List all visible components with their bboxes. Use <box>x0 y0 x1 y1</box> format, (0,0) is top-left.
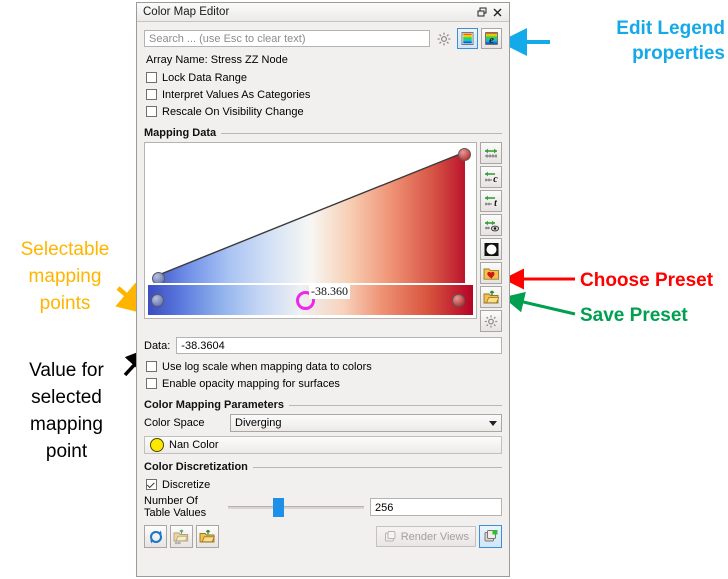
mapping-point-right[interactable] <box>452 294 465 307</box>
panel-titlebar: Color Map Editor <box>137 3 509 22</box>
array-name-label: Array Name: Stress ZZ Node <box>146 54 288 66</box>
advanced-gear-icon[interactable] <box>480 310 502 332</box>
save-as-default-icon[interactable] <box>170 525 193 548</box>
search-input[interactable]: Search ... (use Esc to clear text) <box>144 30 430 47</box>
number-of-table-values-slider[interactable] <box>228 497 364 517</box>
checkbox-label: Use log scale when mapping data to color… <box>162 360 372 373</box>
data-value-row: Data: -38.3604 <box>144 337 502 354</box>
render-views-button[interactable]: Render Views <box>375 526 476 547</box>
section-mapping-data: Mapping Data <box>144 127 502 139</box>
nan-color-row[interactable]: Nan Color <box>144 436 502 454</box>
section-color-mapping-parameters: Color Mapping Parameters <box>144 399 502 411</box>
mapping-point-right-opacity[interactable] <box>458 148 471 161</box>
transfer-function-editor[interactable]: -38.360 <box>144 142 477 319</box>
annotation-save-preset: Save Preset <box>580 305 688 326</box>
bottom-button-row: Render Views <box>144 525 502 548</box>
mapping-editor: -38.360 c t <box>144 142 502 332</box>
color-map-editor-panel: Color Map Editor Search ... (use Esc to … <box>136 2 510 577</box>
restore-icon[interactable] <box>475 5 490 19</box>
render-views-icon <box>384 530 396 541</box>
nan-color-swatch[interactable] <box>150 438 164 452</box>
section-color-discretization: Color Discretization <box>144 461 502 473</box>
checkbox-box[interactable] <box>146 479 157 490</box>
color-ramp[interactable]: -38.360 <box>148 284 473 315</box>
render-views-label: Render Views <box>400 530 469 543</box>
rescale-to-data-range-icon[interactable] <box>480 142 502 164</box>
apply-render-icon[interactable] <box>479 525 502 548</box>
svg-text:c: c <box>493 174 498 185</box>
color-space-select[interactable]: Diverging <box>230 414 502 432</box>
data-value-input[interactable]: -38.3604 <box>176 337 502 354</box>
checkbox-label: Discretize <box>162 478 211 491</box>
checkbox-interpret-values-as-categories[interactable]: Interpret Values As Categories <box>146 86 502 103</box>
mapping-point-left[interactable] <box>151 294 164 307</box>
checkbox-use-log-scale[interactable]: Use log scale when mapping data to color… <box>146 358 502 375</box>
restore-default-icon[interactable] <box>196 525 219 548</box>
checkbox-discretize[interactable]: Discretize <box>146 476 502 493</box>
rescale-to-custom-range-icon[interactable]: c <box>480 166 502 188</box>
checkbox-label: Interpret Values As Categories <box>162 88 311 101</box>
section-rule <box>288 404 502 406</box>
section-label: Color Mapping Parameters <box>144 399 284 411</box>
checkbox-box[interactable] <box>146 106 157 117</box>
checkbox-box[interactable] <box>146 89 157 100</box>
annotation-edit-legend: Edit Legend properties <box>616 18 725 64</box>
choose-preset-icon[interactable] <box>480 262 502 284</box>
svg-text:t: t <box>494 198 498 209</box>
section-label: Color Discretization <box>144 461 248 473</box>
number-of-table-values-input[interactable]: 256 <box>370 498 502 516</box>
section-rule <box>221 132 502 134</box>
mapping-toolbar: c t <box>480 142 502 332</box>
number-of-table-values-row: Number Of Table Values 256 <box>144 495 502 519</box>
checkbox-box[interactable] <box>146 361 157 372</box>
opacity-transfer-plot[interactable] <box>148 146 473 283</box>
checkbox-label: Lock Data Range <box>162 71 247 84</box>
rescale-to-visible-range-icon[interactable] <box>480 214 502 236</box>
color-space-label: Color Space <box>144 417 205 429</box>
section-label: Mapping Data <box>144 127 217 139</box>
mapping-point-left-opacity[interactable] <box>152 272 165 283</box>
checkbox-label: Enable opacity mapping for surfaces <box>162 377 340 390</box>
edit-color-legend-properties-icon[interactable]: e <box>481 28 502 49</box>
panel-title: Color Map Editor <box>143 6 230 18</box>
chevron-down-icon <box>489 420 497 426</box>
close-icon[interactable] <box>490 5 505 19</box>
choose-preset-colormap-icon[interactable] <box>457 28 478 49</box>
checkbox-box[interactable] <box>146 378 157 389</box>
color-space-value: Diverging <box>235 417 282 429</box>
save-preset-icon[interactable] <box>480 286 502 308</box>
color-space-row: Color Space Diverging <box>144 414 502 432</box>
reset-to-default-icon[interactable] <box>144 525 167 548</box>
annotation-value-for-selected: Value for selected mapping point <box>29 360 104 462</box>
svg-text:e: e <box>489 34 494 46</box>
advanced-properties-gear-icon[interactable] <box>433 28 454 49</box>
checkbox-enable-opacity-mapping[interactable]: Enable opacity mapping for surfaces <box>146 375 502 392</box>
annotation-choose-preset: Choose Preset <box>580 270 714 291</box>
annotation-selectable-points: Selectable mapping points <box>20 239 110 314</box>
nan-color-label: Nan Color <box>169 439 219 451</box>
search-row: Search ... (use Esc to clear text) e <box>144 28 502 49</box>
checkbox-rescale-on-visibility-change[interactable]: Rescale On Visibility Change <box>146 103 502 120</box>
slider-rail <box>228 505 364 509</box>
rescale-to-temporal-range-icon[interactable]: t <box>480 190 502 212</box>
selected-point-value: -38.360 <box>309 284 350 299</box>
data-label: Data: <box>144 339 171 352</box>
checkbox-label: Rescale On Visibility Change <box>162 105 304 118</box>
slider-handle[interactable] <box>272 497 284 517</box>
checkbox-box[interactable] <box>146 72 157 83</box>
number-of-table-values-label: Number Of Table Values <box>144 495 207 519</box>
checkbox-lock-data-range[interactable]: Lock Data Range <box>146 69 502 86</box>
section-rule <box>252 466 502 468</box>
invert-transfer-function-icon[interactable] <box>480 238 502 260</box>
